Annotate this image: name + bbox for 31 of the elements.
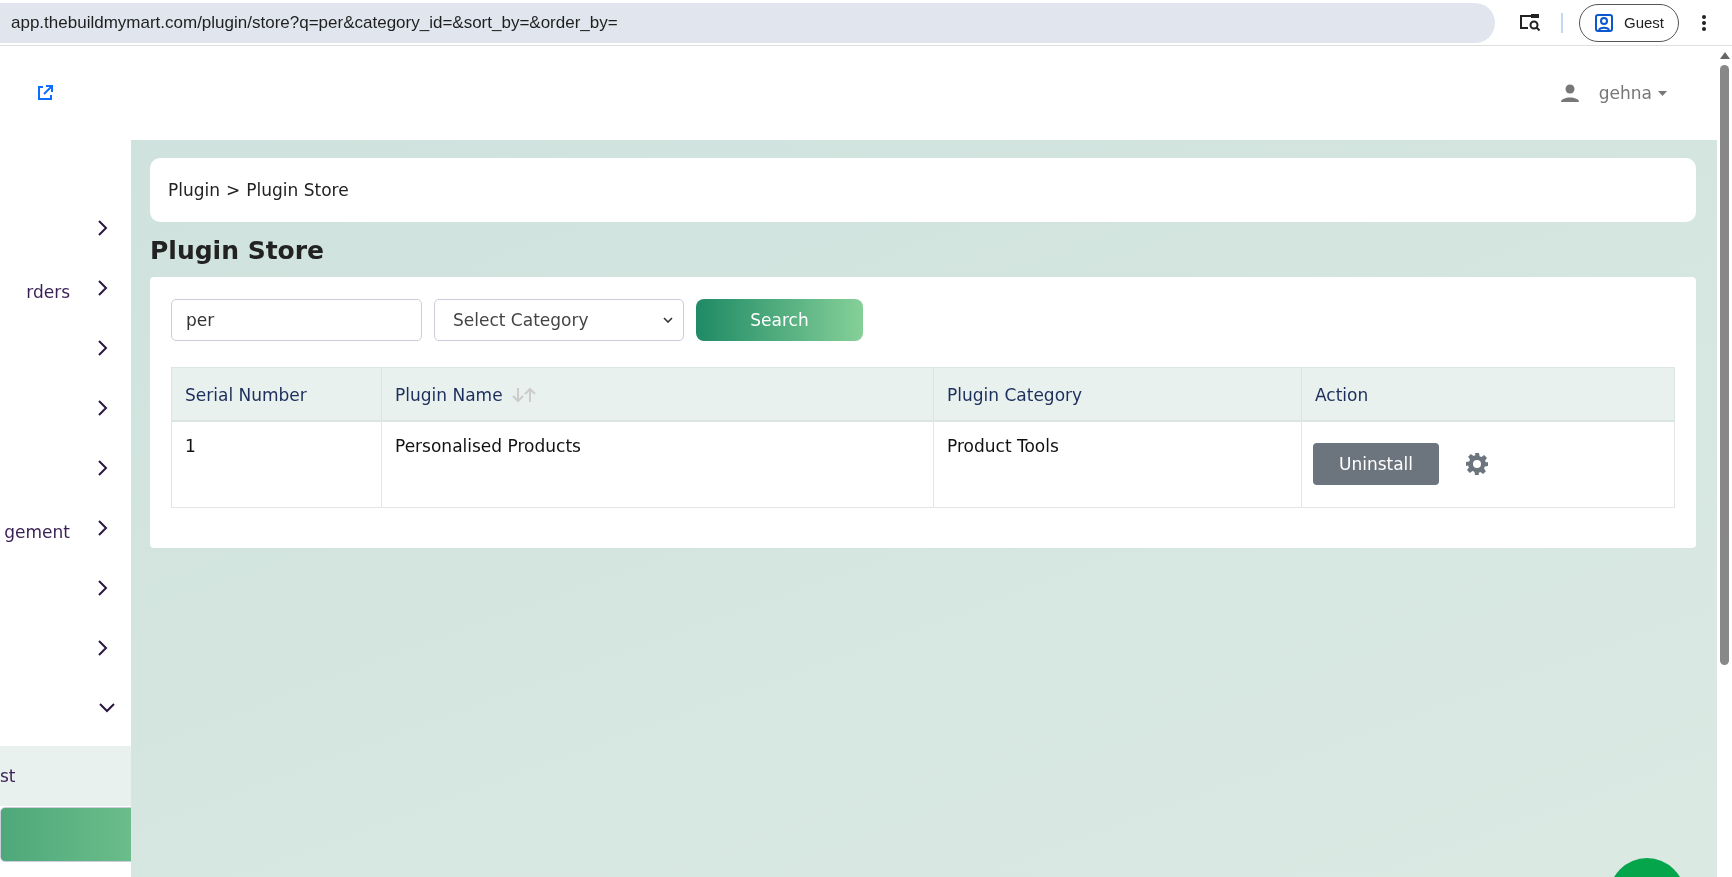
sidebar-item[interactable]: rders (0, 258, 131, 318)
settings-icon[interactable] (1465, 452, 1489, 477)
table-cell: 1 (171, 421, 382, 507)
page-title: Plugin Store (150, 236, 326, 265)
scrollbar-thumb[interactable] (1720, 65, 1729, 665)
search-field[interactable]: per (171, 299, 422, 341)
table-cell: Personalised Products (381, 421, 934, 507)
user-icon (1560, 84, 1579, 102)
profile-button[interactable]: Guest (1579, 3, 1680, 42)
breadcrumb-item: Plugin Store (246, 180, 349, 200)
address-bar[interactable]: app.thebuildmymart.com/plugin/store?q=per&category_id=&sort_by=&order_by= (0, 2, 1495, 43)
screen-search-icon[interactable] (1519, 12, 1541, 33)
breadcrumb-item[interactable]: Plugin (168, 180, 221, 200)
column-header[interactable]: Plugin Name (381, 367, 934, 421)
menu-icon[interactable] (1701, 13, 1708, 32)
column-header: Action (1301, 367, 1675, 421)
sidebar-subitem[interactable]: st (0, 746, 131, 806)
column-header: Plugin Category (933, 367, 1302, 421)
sort-icon[interactable] (510, 386, 537, 403)
external-link-icon[interactable] (36, 84, 54, 102)
caret-icon (663, 317, 673, 323)
breadcrumb-separator: > (226, 180, 241, 200)
column-header: Serial Number (171, 367, 382, 421)
scroll-up-icon[interactable] (1719, 52, 1730, 59)
user-menu[interactable]: gehna (1598, 83, 1652, 103)
uninstall-button[interactable]: Uninstall (1313, 443, 1439, 486)
sidebar-item[interactable]: gement (0, 498, 131, 558)
category-select[interactable]: Select Category (434, 299, 684, 341)
caret-icon (1658, 90, 1667, 96)
profile-icon (1594, 12, 1614, 33)
table-cell: Product Tools (933, 421, 1302, 507)
